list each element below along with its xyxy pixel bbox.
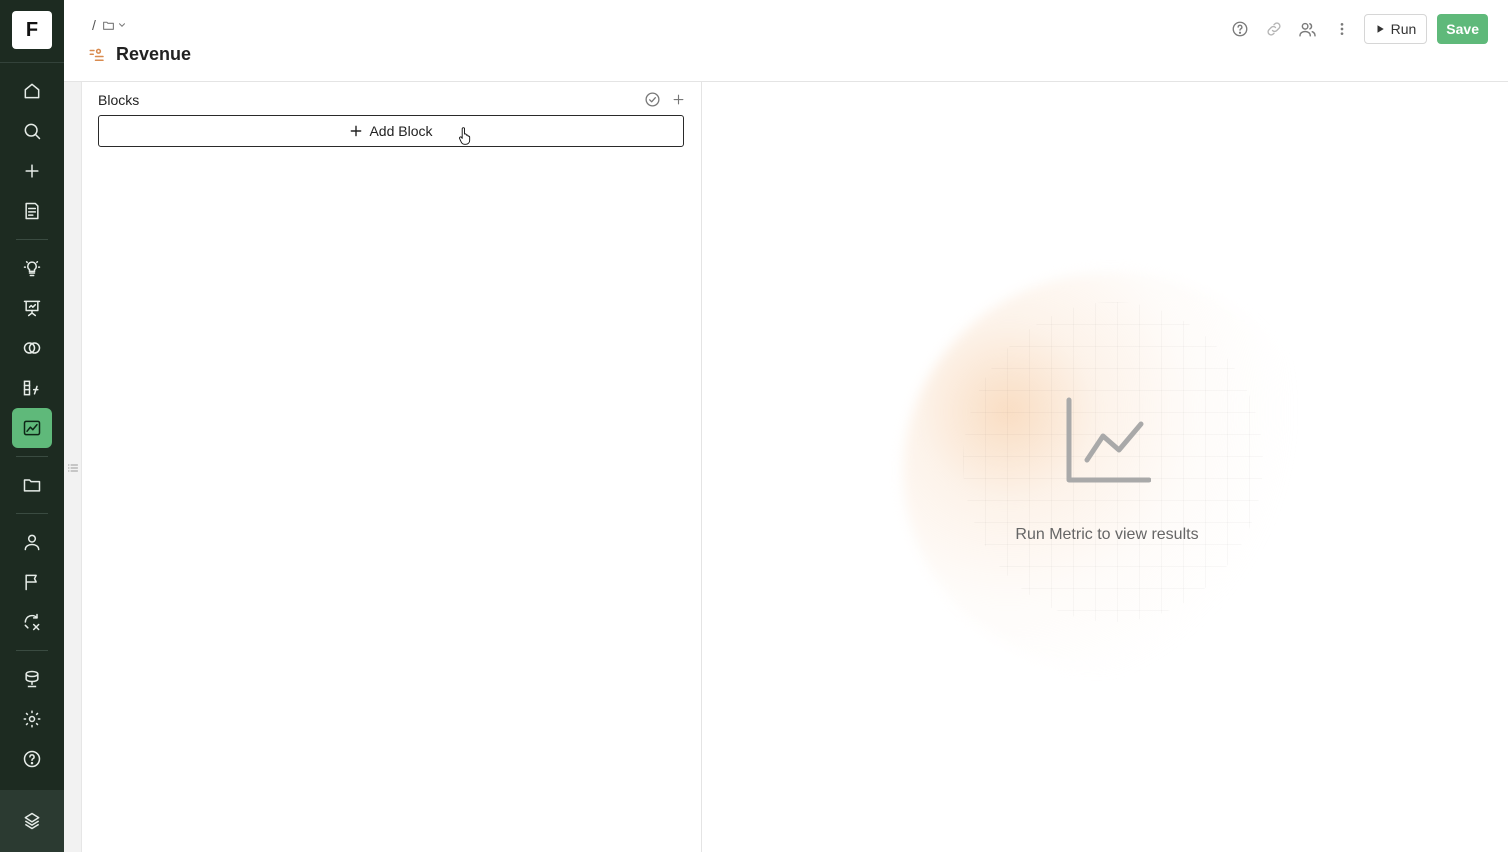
blocks-panel: Blocks Add Block <box>82 82 702 852</box>
sidebar-item-data[interactable] <box>12 659 52 699</box>
metric-chart-icon <box>23 420 41 436</box>
help-button[interactable] <box>1228 14 1252 44</box>
link-icon <box>1267 22 1281 36</box>
panel-gutter[interactable] <box>64 82 82 852</box>
sidebar-nav-secondary <box>0 248 64 448</box>
sidebar-item-insights[interactable] <box>12 248 52 288</box>
segments-icon <box>23 342 41 354</box>
app-logo[interactable]: F <box>12 11 52 49</box>
sidebar-item-help[interactable] <box>12 739 52 779</box>
sidebar-item-users[interactable] <box>12 522 52 562</box>
settings-icon <box>23 710 41 728</box>
sidebar-item-home[interactable] <box>12 71 52 111</box>
help-icon <box>1232 21 1248 37</box>
blocks-tools <box>644 91 686 108</box>
sidebar-divider <box>0 62 64 63</box>
play-icon <box>1377 25 1384 33</box>
help-icon <box>23 750 41 768</box>
sidebar-item-search[interactable] <box>12 111 52 151</box>
sidebar-item-folders[interactable] <box>12 465 52 505</box>
sidebar-item-settings[interactable] <box>12 699 52 739</box>
run-button-label: Run <box>1390 21 1417 37</box>
sidebar-item-dashboards[interactable] <box>12 288 52 328</box>
search-icon <box>24 123 41 140</box>
experiment-icon <box>24 613 40 631</box>
breadcrumb: / <box>92 17 127 33</box>
more-options-button[interactable] <box>1330 14 1354 44</box>
breadcrumb-separator: / <box>92 17 96 33</box>
stack-logo-icon <box>24 812 40 830</box>
lightbulb-icon <box>23 261 41 277</box>
share-button[interactable] <box>1296 14 1320 44</box>
sidebar-item-new[interactable] <box>12 151 52 191</box>
sidebar-divider <box>16 650 48 651</box>
plus-icon <box>351 125 362 137</box>
add-block-button[interactable]: Add Block <box>98 115 684 147</box>
users-icon <box>1299 22 1316 37</box>
sidebar-item-experiments[interactable] <box>12 602 52 642</box>
sidebar-item-metrics[interactable] <box>12 408 52 448</box>
results-panel: Run Metric to view results <box>703 82 1508 852</box>
sidebar-divider <box>16 239 48 240</box>
more-vertical-icon <box>1340 23 1343 35</box>
sidebar-item-notebooks[interactable] <box>12 191 52 231</box>
sidebar-divider <box>16 456 48 457</box>
database-icon <box>25 670 39 688</box>
sidebar-nav-files <box>0 465 64 505</box>
app-logo-letter: F <box>25 18 39 41</box>
plus-icon[interactable] <box>671 92 686 107</box>
title-row: Revenue <box>88 44 191 65</box>
sidebar-nav-tertiary <box>0 522 64 642</box>
run-button[interactable]: Run <box>1363 14 1428 44</box>
add-block-label: Add Block <box>369 123 433 139</box>
check-circle-icon[interactable] <box>644 91 661 108</box>
folder-picker[interactable] <box>102 19 127 32</box>
page-title[interactable]: Revenue <box>116 44 191 65</box>
hand-cursor-icon <box>459 127 471 145</box>
presentation-icon <box>23 300 41 317</box>
chevron-down-icon <box>118 23 125 27</box>
sidebar: F <box>0 0 64 852</box>
flag-icon <box>25 574 37 591</box>
sidebar-item-formulas[interactable] <box>12 368 52 408</box>
empty-state-message: Run Metric to view results <box>1015 526 1199 543</box>
sidebar-nav-system <box>0 659 64 779</box>
blocks-header: Blocks <box>98 91 686 108</box>
notebook-icon <box>25 202 39 220</box>
header-actions: Run Save <box>1228 14 1488 44</box>
header: / Revenue Run Save <box>64 0 1508 82</box>
list-toggle-icon[interactable] <box>67 462 79 474</box>
sidebar-bottom-logo[interactable] <box>0 790 64 852</box>
sidebar-nav-primary <box>0 71 64 231</box>
home-icon <box>24 83 40 99</box>
copy-link-button[interactable] <box>1262 14 1286 44</box>
folder-icon <box>102 21 114 30</box>
folder-icon <box>23 479 41 492</box>
user-icon <box>24 534 40 551</box>
save-button[interactable]: Save <box>1437 14 1488 44</box>
line-chart-icon <box>1066 397 1151 483</box>
blocks-title: Blocks <box>98 91 140 108</box>
metric-type-icon <box>89 48 104 61</box>
plus-icon <box>25 164 39 178</box>
sidebar-item-feature-flags[interactable] <box>12 562 52 602</box>
formula-icon <box>23 380 39 396</box>
sidebar-item-segments[interactable] <box>12 328 52 368</box>
sidebar-divider <box>16 513 48 514</box>
